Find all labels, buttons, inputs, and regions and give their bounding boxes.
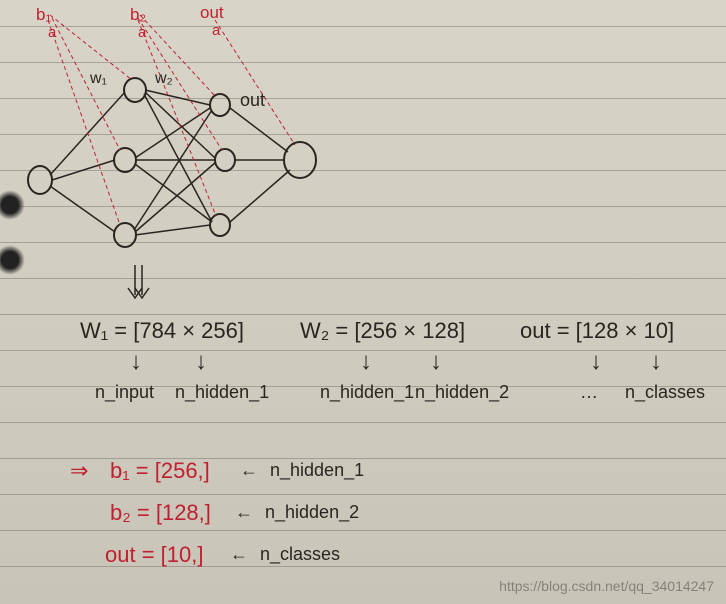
down-arrow-icon: ↓ (590, 348, 602, 376)
watermark-text: https://blog.csdn.net/qq_34014247 (499, 578, 714, 594)
out-bias-expression: out = [10,] (105, 542, 203, 568)
b2-expression: b₂ = [128,] (110, 500, 211, 526)
left-arrow-icon: ← (235, 502, 253, 523)
out-bias-rhs: n_classes (260, 544, 340, 565)
down-arrow-icon: ↓ (130, 348, 142, 376)
nn-diagram (0, 0, 726, 320)
label-n-classes: n_classes (625, 382, 705, 403)
down-arrow-icon: ↓ (430, 348, 442, 376)
label-a2: a (138, 24, 146, 41)
down-arrow-icon: ↓ (650, 348, 662, 376)
label-n-hidden1-b: n_hidden_1 (320, 382, 414, 403)
w1-expression: W₁ = [784 × 256] (80, 318, 244, 344)
left-arrow-icon: ← (230, 544, 248, 565)
out-expression: out = [128 × 10] (520, 318, 674, 344)
implies-arrow-icon: ⇒ (70, 458, 88, 484)
down-arrow-icon: ↓ (360, 348, 372, 376)
label-w1: w₁ (90, 70, 107, 88)
left-arrow-icon: ← (240, 460, 258, 481)
label-b1: b₁ (36, 5, 51, 25)
b2-rhs: n_hidden_2 (265, 502, 359, 523)
label-n-hidden1-a: n_hidden_1 (175, 382, 269, 403)
b1-expression: b₁ = [256,] (110, 458, 210, 484)
label-a3: a (212, 22, 220, 39)
label-n-hidden2: n_hidden_2 (415, 382, 509, 403)
down-arrow-icon: ↓ (195, 348, 207, 376)
label-w2: w₂ (155, 70, 173, 88)
label-a1: a (48, 24, 56, 41)
label-out-side: out (240, 90, 265, 111)
label-b2: b₂ (130, 5, 146, 25)
label-out-top: out (200, 3, 224, 23)
w2-expression: W₂ = [256 × 128] (300, 318, 465, 344)
b1-rhs: n_hidden_1 (270, 460, 364, 481)
label-ellipsis: … (580, 382, 598, 403)
label-n-input: n_input (95, 382, 154, 403)
